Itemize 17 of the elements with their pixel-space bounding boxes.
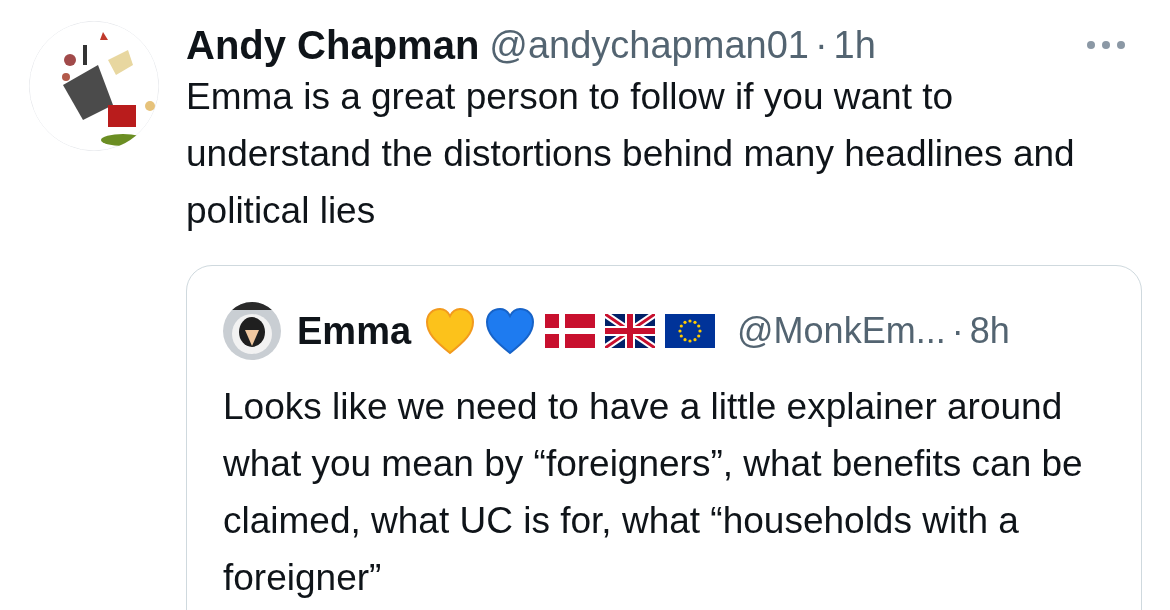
flag-icon — [545, 314, 596, 348]
tweet-text: Emma is a great person to follow if you want to understand the distortions behind many headlines and political lies — [186, 75, 1076, 233]
more-icon[interactable] — [1086, 40, 1126, 50]
heart-icon — [485, 307, 536, 355]
timestamp[interactable]: 1h — [833, 22, 876, 68]
author-name[interactable]: Andy Chapman — [186, 22, 480, 68]
separator: · — [951, 309, 964, 353]
author-name[interactable]: Emma — [297, 308, 412, 354]
timestamp[interactable]: 8h — [969, 308, 1010, 354]
quote-text: Looks like we need to have a little explainer around what you mean by “foreigners”, what benefits can be claimed, what UC is for, what “households with a foreigner” — [223, 385, 1084, 600]
quote-card[interactable]: Emma @MonkEm... · 8h Looks like we need to have a little explainer around what you mean by “foreigners”, what benefits can be claimed, what UC is for, what “households with a foreigner” — [186, 265, 1142, 610]
separator: · — [814, 23, 828, 68]
author-handle[interactable]: @MonkEm... — [737, 308, 946, 354]
author-handle[interactable]: @andychapman01 — [489, 22, 809, 68]
flag-icon — [605, 314, 656, 348]
flag-icon — [665, 314, 716, 348]
heart-icon — [425, 307, 476, 355]
